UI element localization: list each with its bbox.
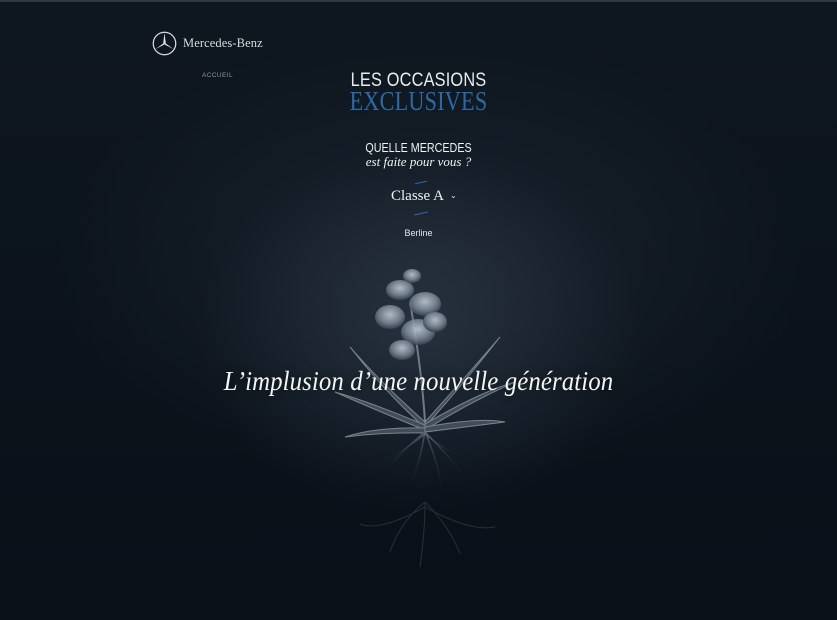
brand-logo[interactable]: Mercedes-Benz [152,31,263,56]
orchid-illustration [334,269,516,568]
selected-model-label: Classe A [391,188,444,204]
chevron-down-icon: ⌄ [450,191,457,200]
selector-accent-bottom [414,211,428,216]
hero-tagline: L’implusion d’une nouvelle génération [223,366,614,396]
model-selector-dropdown[interactable]: Classe A ⌄ [385,180,465,218]
question-line2: est faite pour vous ? [365,154,472,169]
page: Mercedes-Benz ACCUEIL LES OCCASIONS EXCL… [0,0,837,620]
body-style-label[interactable]: Berline [0,228,837,238]
selector-accent-top [415,180,427,185]
page-title-line2: EXCLUSIVES [349,86,488,116]
brand-name: Mercedes-Benz [183,36,263,50]
question-line1: QUELLE MERCEDES [365,141,472,155]
mercedes-star-icon [152,31,177,56]
top-divider [0,0,837,2]
